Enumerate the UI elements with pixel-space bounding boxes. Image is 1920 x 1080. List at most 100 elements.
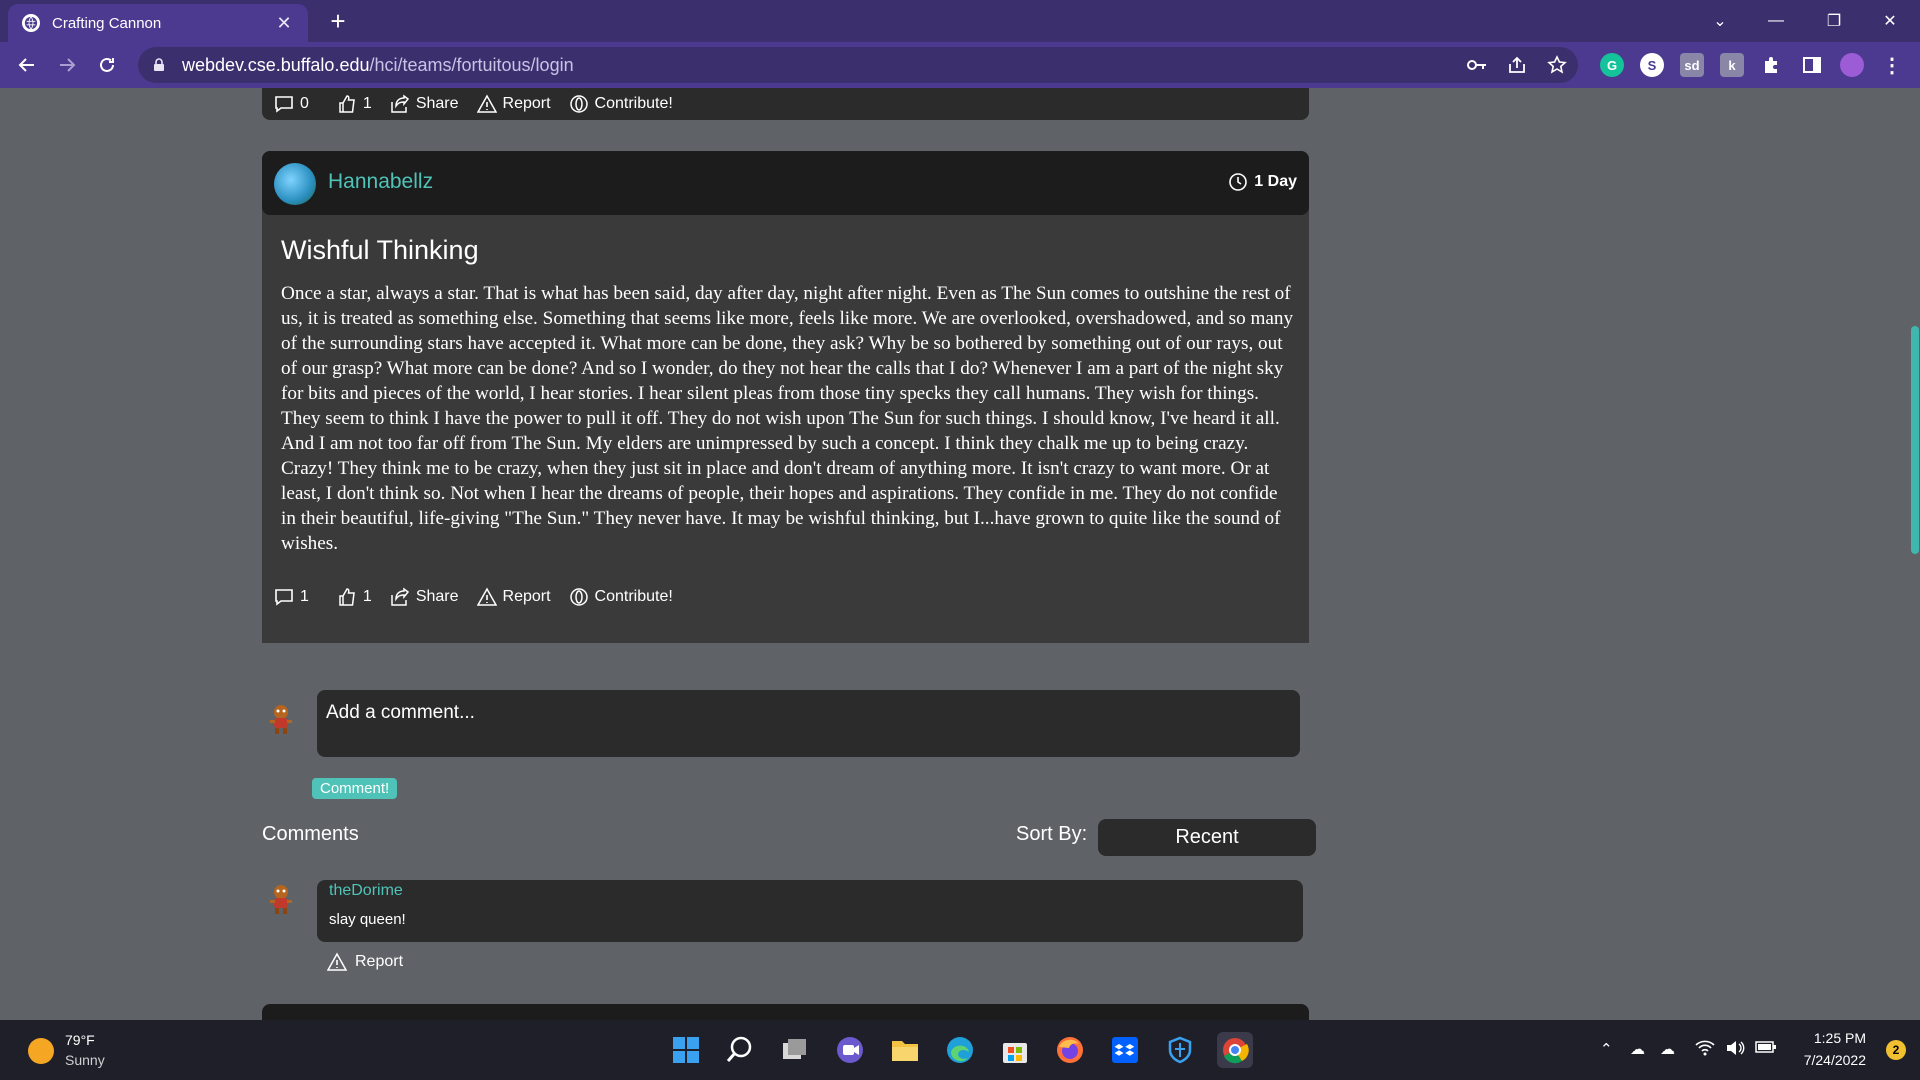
forward-icon[interactable] [52,50,82,80]
comment-icon [275,96,293,113]
defender-icon[interactable] [1162,1032,1198,1068]
address-bar[interactable]: webdev.cse.buffalo.edu/hci/teams/fortuit… [138,47,1578,83]
onedrive-icon[interactable]: ☁ [1630,1040,1645,1058]
tab-close-icon[interactable]: ✕ [274,13,294,34]
post-actions: 1 1 Share Report Contribute! [274,587,691,607]
page-scrollbar[interactable] [1908,88,1920,1020]
post-card: Hannabellz 1 Day Wishful Thinking Once a… [262,151,1309,643]
contribute-icon [569,588,588,606]
author-avatar[interactable] [274,163,316,205]
report-button[interactable]: Report [476,94,551,114]
sort-by-label: Sort By: [1016,823,1088,845]
browser-menu-icon[interactable]: ⋮ [1880,53,1904,77]
post-title: Wishful Thinking [281,235,479,265]
sd-extension-icon[interactable]: sd [1680,53,1704,77]
tab-title: Crafting Cannon [52,14,162,32]
next-post-card [262,1004,1309,1020]
reload-icon[interactable] [92,50,122,80]
contribute-label: Contribute! [594,95,673,112]
chrome-icon[interactable] [1217,1032,1253,1068]
weather-sun-icon[interactable] [28,1038,54,1064]
comment-count: 1 [300,588,309,605]
microsoft-store-icon[interactable] [997,1032,1033,1068]
url-path: /hci/teams/fortuitous/login [369,54,574,75]
browser-toolbar: webdev.cse.buffalo.edu/hci/teams/fortuit… [0,42,1920,88]
extensions-puzzle-icon[interactable] [1760,53,1784,77]
scrollbar-thumb[interactable] [1911,326,1919,554]
submit-comment-button[interactable]: Comment! [312,778,398,799]
share-button[interactable]: Share [390,587,459,607]
warning-icon [476,94,497,113]
page-content: 0 1 Share Report Contribute! Hannabellz … [0,88,1920,1020]
like-button[interactable]: 1 [337,94,372,114]
browser-tab[interactable]: Crafting Cannon ✕ [8,4,308,42]
like-count: 1 [362,588,372,605]
comment-report-button[interactable]: Report [327,952,403,972]
url-host: webdev.cse.buffalo.edu [182,54,370,75]
share-button[interactable]: Share [390,94,459,114]
show-hidden-icons[interactable]: ⌃ [1600,1040,1613,1058]
share-label: Share [415,588,459,605]
tab-search-icon[interactable]: ⌄ [1692,0,1748,42]
minimize-button[interactable]: — [1748,0,1804,42]
comment-input[interactable]: Add a comment... [317,690,1300,757]
post-time: 1 Day [1228,172,1297,192]
share-icon [391,587,409,606]
bookmark-star-icon[interactable] [1544,53,1570,77]
s-extension-icon[interactable]: S [1640,53,1664,77]
weather-temperature[interactable]: 79°F [65,1032,95,1048]
wifi-icon[interactable] [1695,1040,1715,1060]
like-button[interactable]: 1 [337,587,372,607]
clock-icon [1229,173,1248,191]
report-label: Report [502,95,551,112]
post-author[interactable]: Hannabellz [328,170,433,194]
thumbs-up-icon [339,95,355,113]
volume-icon[interactable] [1725,1040,1745,1060]
dropbox-icon[interactable] [1107,1032,1143,1068]
chat-icon[interactable] [832,1032,868,1068]
browser-tabstrip: Crafting Cannon ✕ + ⌄ — ❐ ✕ [0,0,1920,42]
comment-count-button[interactable]: 1 [274,587,309,607]
new-tab-button[interactable]: + [322,6,354,38]
back-icon[interactable] [12,50,42,80]
comment-report-label: Report [355,953,404,970]
comment-text: slay queen! [329,911,406,928]
profile-avatar[interactable] [1840,53,1864,77]
restore-button[interactable]: ❐ [1806,0,1862,42]
taskbar-time[interactable]: 1:25 PM [1814,1030,1866,1046]
edge-icon[interactable] [942,1032,978,1068]
comment-count-button[interactable]: 0 [274,94,309,114]
task-view-icon[interactable] [777,1032,813,1068]
side-panel-icon[interactable] [1800,53,1824,77]
start-icon[interactable] [668,1032,704,1068]
commenter-avatar [270,885,292,914]
k-extension-icon[interactable]: k [1720,53,1744,77]
share-page-icon[interactable] [1504,53,1530,77]
windows-taskbar: 79°F Sunny ⌃ ☁ ☁ 1:25 PM 7/24/2022 2 [0,1020,1920,1080]
comment-author[interactable]: theDorime [329,882,403,900]
notification-badge[interactable]: 2 [1886,1040,1906,1060]
key-icon[interactable] [1464,53,1490,77]
comment-count: 0 [300,95,309,112]
sort-select[interactable]: Recent [1098,819,1316,856]
file-explorer-icon[interactable] [887,1032,923,1068]
contribute-button[interactable]: Contribute! [569,587,673,607]
report-button[interactable]: Report [476,587,551,607]
post-header: Hannabellz 1 Day [262,151,1309,215]
lock-icon [154,58,164,71]
grammarly-extension-icon[interactable]: G [1600,53,1624,77]
contribute-icon [569,95,588,113]
firefox-icon[interactable] [1052,1032,1088,1068]
report-label: Report [502,588,551,605]
comments-heading: Comments [262,823,359,845]
battery-icon[interactable] [1755,1040,1777,1058]
previous-post-card: 0 1 Share Report Contribute! [262,88,1309,120]
contribute-button[interactable]: Contribute! [569,94,673,114]
close-window-button[interactable]: ✕ [1862,0,1918,42]
comment-item: theDorime slay queen! [317,880,1303,942]
onedrive-sync-error-icon[interactable]: ☁ [1660,1040,1675,1058]
taskbar-date[interactable]: 7/24/2022 [1804,1052,1866,1068]
weather-condition[interactable]: Sunny [65,1052,105,1068]
previous-post-actions: 0 1 Share Report Contribute! [274,94,691,114]
search-icon[interactable] [722,1032,758,1068]
